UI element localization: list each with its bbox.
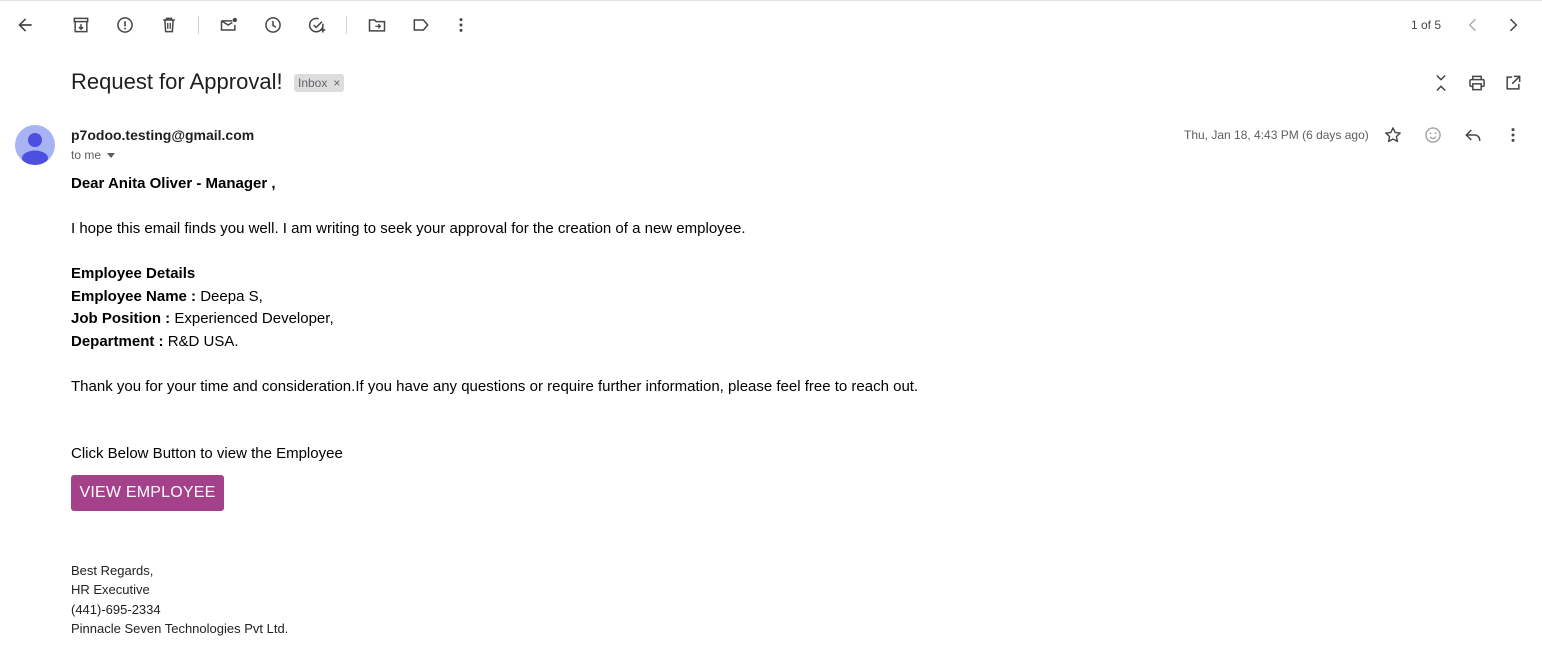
detail-value: Deepa S, (200, 288, 263, 305)
collapse-all-button[interactable] (1422, 64, 1460, 102)
open-in-new-icon (1506, 75, 1521, 90)
detail-row-employee-name: Employee Name : Deepa S, (71, 288, 263, 305)
print-all-button[interactable] (1458, 64, 1496, 102)
email-view: 1 of 5 Request for Approval! Inbox × p7o… (0, 0, 1542, 648)
chevron-right-icon (1509, 18, 1518, 32)
person-icon (22, 133, 48, 165)
inbox-label-chip[interactable]: Inbox × (294, 74, 345, 92)
move-to-icon (368, 19, 386, 32)
detail-label: Department : (71, 333, 164, 350)
more-options-button[interactable] (442, 6, 480, 44)
more-vert-icon (1511, 128, 1515, 142)
view-employee-button[interactable]: VIEW EMPLOYEE (71, 475, 224, 511)
star-button[interactable] (1374, 116, 1412, 154)
details-heading: Employee Details (71, 265, 196, 282)
emoji-icon (1425, 127, 1441, 143)
intro-paragraph: I hope this email finds you well. I am w… (71, 220, 746, 237)
archive-icon (73, 17, 89, 33)
back-button[interactable] (6, 6, 44, 44)
reply-icon (1465, 129, 1481, 141)
message-more-button[interactable] (1494, 116, 1532, 154)
snooze-button[interactable] (254, 6, 292, 44)
add-task-icon (308, 17, 326, 33)
recipient-label: to me (71, 148, 102, 162)
mark-unread-button[interactable] (210, 6, 248, 44)
signature-closing: Best Regards, (71, 563, 154, 578)
print-icon (1469, 75, 1485, 91)
signature-title: HR Executive (71, 582, 150, 597)
sender-avatar[interactable] (15, 125, 55, 165)
recipient-details-toggle[interactable]: to me (71, 148, 116, 162)
signature-phone: (441)-695-2334 (71, 602, 161, 617)
label-icon (413, 19, 429, 31)
detail-label: Job Position : (71, 310, 171, 327)
mark-unread-icon (220, 17, 237, 31)
labels-button[interactable] (402, 6, 440, 44)
email-toolbar: 1 of 5 (0, 6, 1542, 44)
reply-button[interactable] (1454, 116, 1492, 154)
star-icon (1385, 127, 1401, 143)
report-spam-icon (117, 17, 133, 33)
more-vert-icon (459, 18, 463, 32)
top-divider (0, 0, 1542, 1)
add-to-tasks-button[interactable] (298, 6, 336, 44)
message-date: Thu, Jan 18, 4:43 PM (6 days ago) (1184, 128, 1369, 142)
move-to-button[interactable] (358, 6, 396, 44)
older-button[interactable] (1494, 6, 1532, 44)
open-new-window-button[interactable] (1494, 64, 1532, 102)
signature-company: Pinnacle Seven Technologies Pvt Ltd. (71, 621, 289, 636)
detail-row-job-position: Job Position : Experienced Developer, (71, 310, 334, 327)
remove-label-icon[interactable]: × (333, 76, 340, 90)
email-subject: Request for Approval! (71, 69, 283, 94)
label-chip-text: Inbox (298, 76, 328, 90)
chevron-left-icon (1468, 18, 1477, 32)
collapse-all-icon (1436, 74, 1446, 92)
back-icon (18, 18, 32, 32)
toolbar-separator (198, 16, 199, 34)
delete-icon (163, 17, 175, 33)
detail-label: Employee Name : (71, 288, 197, 305)
detail-value: Experienced Developer, (174, 310, 334, 327)
detail-row-department: Department : R&D USA. (71, 333, 239, 350)
greeting: Dear Anita Oliver - Manager , (71, 175, 276, 192)
archive-button[interactable] (62, 6, 100, 44)
cta-text: Click Below Button to view the Employee (71, 445, 343, 462)
snooze-icon (265, 17, 281, 33)
newer-button[interactable] (1454, 6, 1492, 44)
sender-email[interactable]: p7odoo.testing@gmail.com (71, 127, 254, 143)
delete-button[interactable] (150, 6, 188, 44)
chevron-down-icon (107, 152, 116, 158)
toolbar-separator (346, 16, 347, 34)
pager-count: 1 of 5 (1410, 18, 1442, 32)
thanks-paragraph: Thank you for your time and consideratio… (71, 378, 919, 395)
detail-value: R&D USA. (167, 333, 239, 350)
add-reaction-button[interactable] (1414, 116, 1452, 154)
report-spam-button[interactable] (106, 6, 144, 44)
